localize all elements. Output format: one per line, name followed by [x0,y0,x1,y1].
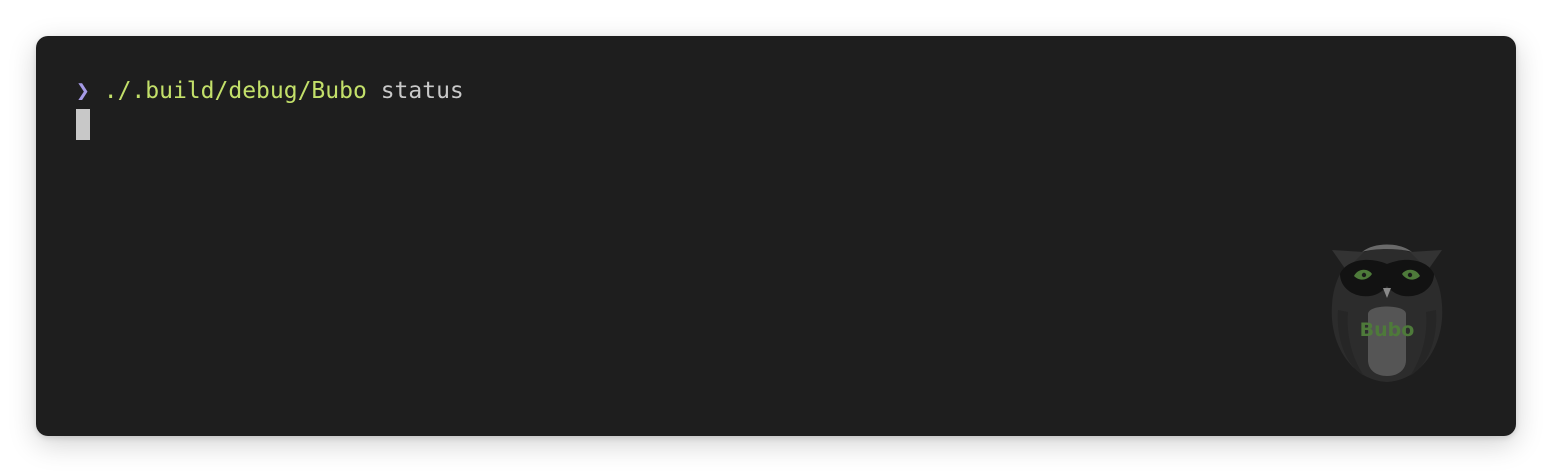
owl-icon: Bubo [1331,244,1443,382]
command-line: ❯ ./.build/debug/Bubo status [76,76,464,106]
owl-pupil-left [1361,272,1367,278]
owl-pupil-right [1407,272,1413,278]
command-path: ./.build/debug/Bubo [103,78,367,104]
owl-label: Bubo [1360,319,1415,341]
terminal-window[interactable]: ❯ ./.build/debug/Bubo status Bubo [36,36,1516,436]
command-argument: status [380,78,464,104]
prompt-symbol: ❯ [76,78,90,104]
owl-belly [1368,306,1406,376]
text-cursor [76,109,90,140]
page: ❯ ./.build/debug/Bubo status Bubo [0,0,1552,472]
